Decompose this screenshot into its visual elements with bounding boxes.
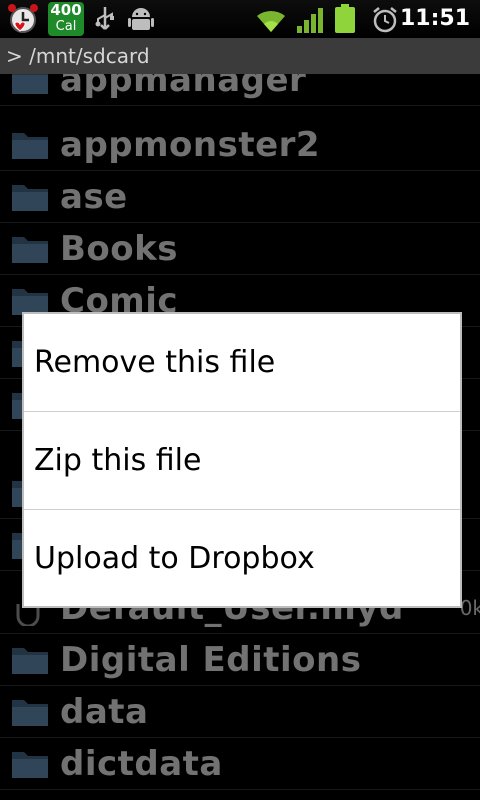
status-bar: 400 Cal 11:51 (0, 0, 480, 38)
upload-dropbox-menu-item[interactable]: Upload to Dropbox (24, 510, 460, 607)
android-debug-icon (128, 8, 154, 30)
context-menu-dialog: Remove this file Zip this file Upload to… (22, 312, 462, 608)
calorie-value: 400 (50, 1, 82, 19)
calorie-badge: 400 Cal (48, 2, 84, 36)
wifi-icon (257, 10, 285, 32)
remove-file-menu-item[interactable]: Remove this file (24, 314, 460, 411)
signal-icon (297, 8, 323, 33)
path-breadcrumb[interactable]: > /mnt/sdcard (0, 38, 480, 74)
status-clock: 11:51 (399, 6, 470, 31)
alarm-clock-icon (373, 7, 397, 33)
battery-icon (335, 4, 355, 33)
usb-icon (95, 7, 114, 30)
calorie-unit: Cal (55, 19, 77, 34)
alarm-heart-app-icon (8, 4, 38, 33)
zip-file-menu-item[interactable]: Zip this file (24, 412, 460, 509)
